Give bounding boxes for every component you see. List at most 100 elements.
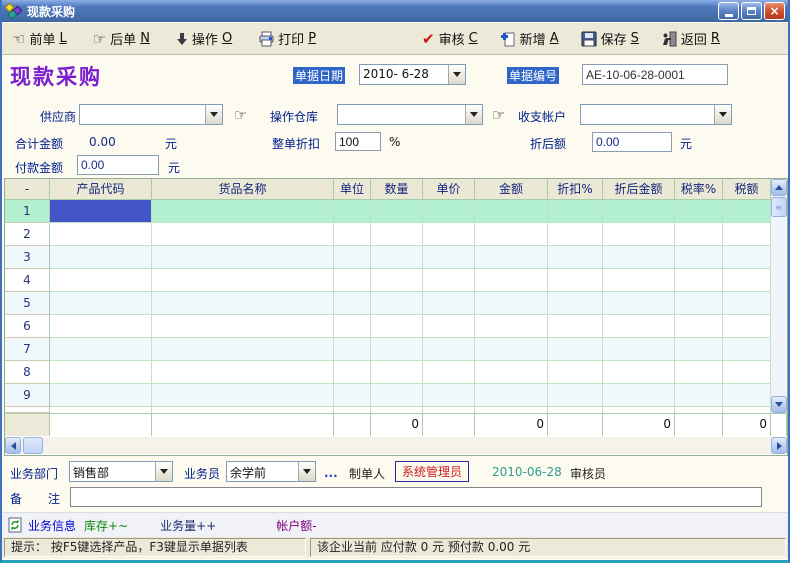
col-header: 货品名称 xyxy=(152,179,334,200)
horizontal-scroll-thumb[interactable] xyxy=(23,437,43,454)
status-balance: 该企业当前 应付款 0 元 预付款 0.00 元 xyxy=(310,538,786,557)
prev-doc-button[interactable]: ☜ 前单L xyxy=(12,29,67,48)
col-header: - xyxy=(5,179,50,200)
hand-right-icon: ☞ xyxy=(93,30,106,48)
col-header: 单位 xyxy=(334,179,371,200)
horizontal-scrollbar[interactable] xyxy=(5,437,787,454)
total-amount: 0 xyxy=(475,414,548,436)
table-row[interactable]: 3 xyxy=(5,246,771,269)
table-row[interactable]: 7 xyxy=(5,338,771,361)
col-header: 单价 xyxy=(423,179,475,200)
col-header: 税率% xyxy=(675,179,723,200)
print-button[interactable]: 打印P xyxy=(258,29,316,48)
supplier-lookup-icon[interactable]: ☞ xyxy=(234,106,247,124)
page-title: 现款采购 xyxy=(10,61,102,91)
account-label: 收支帐户 xyxy=(518,108,566,125)
status-hint: 提示： 按F5键选择产品，F3键显示单据列表 xyxy=(4,538,306,557)
title-bar: 现款采购 × xyxy=(2,0,788,22)
floppy-icon xyxy=(581,31,597,47)
chevron-down-icon[interactable] xyxy=(448,65,465,84)
more-button[interactable]: ... xyxy=(324,466,338,480)
row-number: 7 xyxy=(5,338,50,361)
maker-date: 2010-06-28 xyxy=(492,465,562,479)
table-row[interactable]: 9 xyxy=(5,384,771,407)
operate-button[interactable]: 操作O xyxy=(176,29,232,48)
form-header: 现款采购 单据日期 2010- 6-28 单据编号 供应商 ☞ 操作仓库 ☞ 收… xyxy=(2,55,788,178)
col-header: 折后金额 xyxy=(603,179,675,200)
exit-door-icon xyxy=(661,31,677,47)
total-amount-unit: 元 xyxy=(165,135,177,152)
dept-combo[interactable]: 销售部 xyxy=(69,461,173,482)
new-button[interactable]: 新增A xyxy=(500,29,559,48)
dept-label: 业务部门 xyxy=(10,465,58,482)
stock-info: 库存+~ xyxy=(84,517,128,534)
row-number: 2 xyxy=(5,223,50,246)
selected-cell[interactable] xyxy=(50,200,152,223)
after-discount-unit: 元 xyxy=(680,135,692,152)
row-number: 6 xyxy=(5,315,50,338)
scroll-left-button[interactable] xyxy=(5,437,21,454)
minimize-button[interactable] xyxy=(718,2,739,20)
warehouse-label: 操作仓库 xyxy=(270,108,318,125)
total-after-discount: 0 xyxy=(603,414,675,436)
refresh-doc-icon xyxy=(8,517,22,533)
scroll-down-button[interactable] xyxy=(771,396,787,413)
doc-no-label: 单据编号 xyxy=(507,67,559,84)
total-amount-value: 0.00 xyxy=(89,135,116,149)
col-header: 折扣% xyxy=(548,179,603,200)
scroll-up-button[interactable] xyxy=(771,179,787,196)
maker-value-badge: 系统管理员 xyxy=(395,461,469,482)
account-combo[interactable] xyxy=(580,104,732,125)
payment-unit: 元 xyxy=(168,159,180,176)
chevron-down-icon[interactable] xyxy=(298,462,315,481)
warehouse-combo[interactable] xyxy=(337,104,483,125)
items-grid: - 产品代码 货品名称 单位 数量 单价 金额 折扣% 折后金额 税率% 税额 … xyxy=(4,178,788,456)
row-number: 8 xyxy=(5,361,50,384)
clerk-label: 业务员 xyxy=(184,465,220,482)
supplier-combo[interactable] xyxy=(79,104,223,125)
table-row[interactable]: 8 xyxy=(5,361,771,384)
close-button[interactable]: × xyxy=(764,2,785,20)
chevron-down-icon[interactable] xyxy=(465,105,482,124)
account-info: 帐户额- xyxy=(276,517,316,534)
table-row[interactable]: 6 xyxy=(5,315,771,338)
save-button[interactable]: 保存S xyxy=(581,29,639,48)
doc-date-label: 单据日期 xyxy=(293,67,345,84)
audit-button[interactable]: ✔ 审核C xyxy=(422,29,478,48)
after-discount-input[interactable] xyxy=(592,132,672,152)
supplier-label: 供应商 xyxy=(40,108,76,125)
table-row[interactable]: 2 xyxy=(5,223,771,246)
app-diamonds-icon xyxy=(5,3,23,19)
totals-row: 0 0 0 0 xyxy=(5,413,787,435)
clerk-combo[interactable]: 余学前 xyxy=(226,461,316,482)
warehouse-lookup-icon[interactable]: ☞ xyxy=(492,106,505,124)
footer-panel: 业务部门 销售部 业务员 余学前 ... 制单人 系统管理员 2010-06-2… xyxy=(2,456,788,537)
grid-header-row: - 产品代码 货品名称 单位 数量 单价 金额 折扣% 折后金额 税率% 税额 xyxy=(5,179,771,200)
total-amount-label: 合计金额 xyxy=(15,135,63,152)
vertical-scrollbar[interactable]: ≡ xyxy=(771,179,787,413)
row-number: 3 xyxy=(5,246,50,269)
chevron-down-icon[interactable] xyxy=(155,462,172,481)
toolbar: ☜ 前单L ☞ 后单N 操作O 打印P xyxy=(2,22,788,55)
doc-no-input[interactable] xyxy=(582,64,728,85)
vertical-scroll-thumb[interactable]: ≡ xyxy=(771,197,787,217)
printer-icon xyxy=(258,31,274,47)
row-number: 5 xyxy=(5,292,50,315)
new-doc-icon xyxy=(500,31,516,47)
doc-date-combo[interactable]: 2010- 6-28 xyxy=(359,64,466,85)
payment-input[interactable] xyxy=(77,155,159,175)
remark-label: 备注 xyxy=(10,490,60,507)
table-row[interactable]: 1 xyxy=(5,200,771,223)
status-bar: 提示： 按F5键选择产品，F3键显示单据列表 该企业当前 应付款 0 元 预付款… xyxy=(2,537,788,558)
table-row[interactable]: 5 xyxy=(5,292,771,315)
remark-input[interactable] xyxy=(70,487,762,507)
app-window: 现款采购 × ☜ 前单L ☞ 后单N 操作O xyxy=(0,0,790,563)
discount-input[interactable] xyxy=(335,132,381,151)
chevron-down-icon[interactable] xyxy=(714,105,731,124)
scroll-right-button[interactable] xyxy=(771,437,787,454)
maximize-button[interactable] xyxy=(741,2,762,20)
next-doc-button[interactable]: ☞ 后单N xyxy=(93,29,150,48)
return-button[interactable]: 返回R xyxy=(661,29,720,48)
table-row[interactable]: 4 xyxy=(5,269,771,292)
chevron-down-icon[interactable] xyxy=(205,105,222,124)
